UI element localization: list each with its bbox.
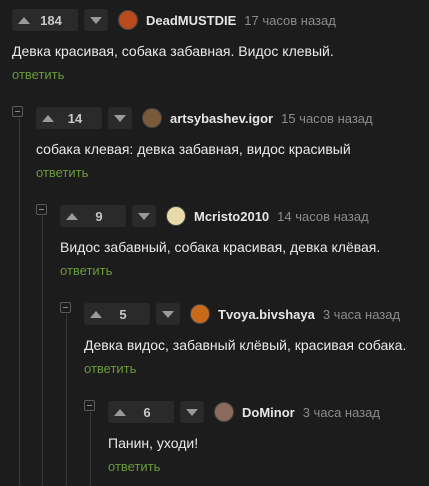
arrow-up-icon <box>114 408 126 416</box>
comment-text: Панин, уходи! <box>108 435 199 451</box>
timestamp[interactable]: 3 часа назад <box>323 307 400 322</box>
thread-line <box>66 314 67 486</box>
comment: 9 Mcristo2010 14 часов назад Видос забав… <box>60 204 429 279</box>
vote-count: 5 <box>119 306 127 322</box>
username[interactable]: DoMinor <box>242 405 295 420</box>
comment-text: Девка видос, забавный клёвый, красивая с… <box>84 337 407 353</box>
collapse-thread-button[interactable] <box>84 400 95 411</box>
upvote-button[interactable]: 14 <box>36 107 102 129</box>
comment: 184 DeadMUSTDIE 17 часов назад Девка кра… <box>12 8 429 83</box>
timestamp[interactable]: 3 часа назад <box>303 405 380 420</box>
comment-header: 5 Tvoya.bivshaya 3 часа назад <box>84 302 429 326</box>
arrow-up-icon <box>42 114 54 122</box>
upvote-button[interactable]: 5 <box>84 303 150 325</box>
comment: 6 DoMinor 3 часа назад Панин, уходи! отв… <box>108 400 429 475</box>
timestamp[interactable]: 14 часов назад <box>277 209 369 224</box>
arrow-up-icon <box>90 310 102 318</box>
thread-line <box>90 412 91 486</box>
downvote-button[interactable] <box>132 205 156 227</box>
comment-text: собака клевая: девка забавная, видос кра… <box>36 141 351 157</box>
vote-count: 6 <box>143 404 151 420</box>
thread-line <box>19 118 20 486</box>
username[interactable]: Mcristo2010 <box>194 209 269 224</box>
comment: 5 Tvoya.bivshaya 3 часа назад Девка видо… <box>84 302 429 377</box>
avatar[interactable] <box>190 304 210 324</box>
username[interactable]: artsybashev.igor <box>170 111 273 126</box>
arrow-down-icon <box>114 114 126 122</box>
comment-header: 9 Mcristo2010 14 часов назад <box>60 204 429 228</box>
vote-count: 14 <box>67 110 83 126</box>
arrow-down-icon <box>90 16 102 24</box>
upvote-button[interactable]: 9 <box>60 205 126 227</box>
downvote-button[interactable] <box>180 401 204 423</box>
avatar[interactable] <box>142 108 162 128</box>
upvote-button[interactable]: 184 <box>12 9 78 31</box>
comment-header: 184 DeadMUSTDIE 17 часов назад <box>12 8 429 32</box>
reply-link[interactable]: ответить <box>60 263 429 279</box>
comment-text: Девка красивая, собака забавная. Видос к… <box>12 43 334 59</box>
arrow-down-icon <box>162 310 174 318</box>
comment: 14 artsybashev.igor 15 часов назад собак… <box>36 106 429 181</box>
username[interactable]: Tvoya.bivshaya <box>218 307 315 322</box>
thread-line <box>42 216 43 486</box>
avatar[interactable] <box>118 10 138 30</box>
downvote-button[interactable] <box>156 303 180 325</box>
downvote-button[interactable] <box>84 9 108 31</box>
comment-header: 6 DoMinor 3 часа назад <box>108 400 429 424</box>
username[interactable]: DeadMUSTDIE <box>146 13 236 28</box>
reply-link[interactable]: ответить <box>36 165 429 181</box>
collapse-thread-button[interactable] <box>12 106 23 117</box>
arrow-down-icon <box>138 212 150 220</box>
arrow-up-icon <box>66 212 78 220</box>
avatar[interactable] <box>166 206 186 226</box>
comment-text: Видос забавный, собака красивая, девка к… <box>60 239 381 255</box>
arrow-down-icon <box>186 408 198 416</box>
vote-count: 9 <box>95 208 103 224</box>
reply-link[interactable]: ответить <box>84 361 429 377</box>
timestamp[interactable]: 15 часов назад <box>281 111 373 126</box>
reply-link[interactable]: ответить <box>108 459 429 475</box>
upvote-button[interactable]: 6 <box>108 401 174 423</box>
downvote-button[interactable] <box>108 107 132 129</box>
timestamp[interactable]: 17 часов назад <box>244 13 336 28</box>
comment-header: 14 artsybashev.igor 15 часов назад <box>36 106 429 130</box>
collapse-thread-button[interactable] <box>36 204 47 215</box>
collapse-thread-button[interactable] <box>60 302 71 313</box>
arrow-up-icon <box>18 16 30 24</box>
avatar[interactable] <box>214 402 234 422</box>
reply-link[interactable]: ответить <box>12 67 429 83</box>
vote-count: 184 <box>40 12 62 28</box>
